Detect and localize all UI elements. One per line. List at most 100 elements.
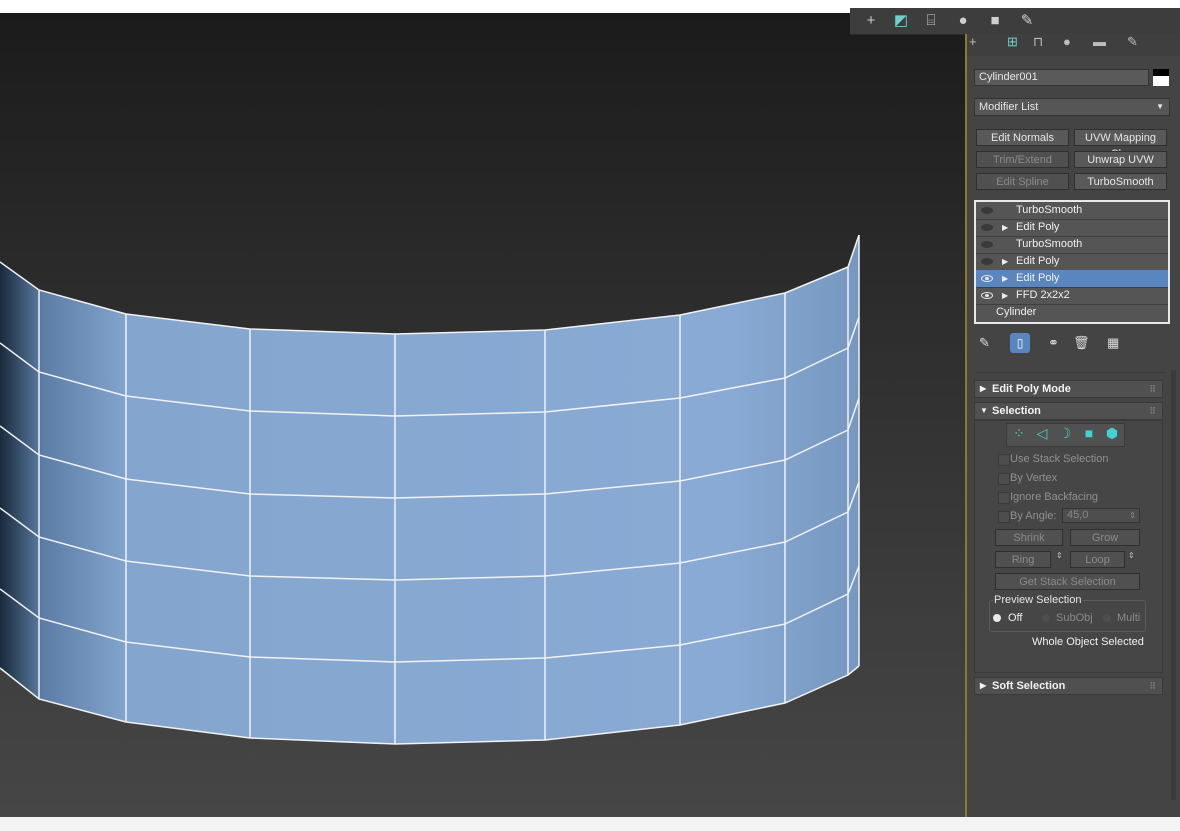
element-icon[interactable]: ⬢ — [1102, 424, 1122, 442]
object-color-swatch[interactable] — [1153, 69, 1169, 86]
preview-subobj-label: SubObj — [1056, 612, 1093, 624]
stack-row-label: TurboSmooth — [1016, 238, 1083, 250]
ignore-backfacing-checkbox[interactable] — [998, 492, 1010, 504]
chevron-down-icon: ▼ — [1156, 102, 1164, 111]
radio-multi[interactable] — [1103, 614, 1111, 622]
display-icon[interactable]: ■ — [984, 11, 1006, 31]
stack-row-label: TurboSmooth — [1016, 204, 1083, 216]
by-angle-checkbox[interactable] — [998, 511, 1010, 523]
stack-row-label: Cylinder — [996, 306, 1037, 318]
angle-value: 45,0 — [1067, 509, 1089, 521]
ignore-backfacing-label: Ignore Backfacing — [1010, 491, 1099, 503]
edit-poly-mode-rollout[interactable]: ▶ Edit Poly Mode ⠿ — [974, 380, 1163, 398]
object-name-field[interactable]: Cylinder001 — [974, 69, 1149, 86]
by-vertex-checkbox[interactable] — [998, 473, 1010, 485]
utilities-tab-icon[interactable]: ✎ — [1127, 34, 1138, 50]
stack-row-selected[interactable]: ▶ Edit Poly — [976, 270, 1168, 288]
modify-icon[interactable]: ◩ — [890, 11, 912, 31]
edit-spline-button[interactable]: Edit Spline — [976, 173, 1069, 190]
preview-selection-title: Preview Selection — [993, 594, 1083, 606]
uvw-mapping-button[interactable]: UVW Mapping Cl... — [1074, 129, 1167, 160]
display-tab-icon[interactable]: ▬ — [1093, 34, 1106, 49]
by-vertex-label: By Vertex — [1010, 472, 1058, 484]
selection-rollout[interactable]: ▼ Selection ⠿ — [974, 402, 1163, 420]
stack-row-label: Edit Poly — [1016, 255, 1060, 267]
rollout-title: Edit Poly Mode — [992, 383, 1071, 395]
expand-arrow-icon[interactable]: ▶ — [1002, 219, 1008, 236]
chevron-down-icon: ▼ — [980, 406, 988, 415]
unwrap-uvw-button[interactable]: Unwrap UVW — [1074, 151, 1167, 168]
utilities-icon[interactable]: ✎ — [1016, 11, 1038, 31]
hierarchy-icon[interactable]: ⌸ — [920, 11, 942, 31]
preview-off-label: Off — [1008, 612, 1023, 624]
get-stack-selection-button[interactable]: Get Stack Selection — [995, 573, 1140, 590]
preview-selection-group: Preview Selection Off SubObj Multi — [989, 594, 1146, 632]
create-icon[interactable]: + — [860, 11, 882, 31]
bottom-strip — [0, 817, 1180, 831]
stack-row[interactable]: TurboSmooth — [976, 236, 1168, 254]
modifier-list-dropdown[interactable]: Modifier List ▼ — [974, 98, 1170, 116]
subobject-toolbar: ⁘ ◁ ☽ ■ ⬢ — [1006, 423, 1125, 447]
motion-icon[interactable]: ● — [952, 11, 974, 31]
chevron-right-icon: ▶ — [980, 681, 987, 690]
use-stack-selection-checkbox[interactable] — [998, 454, 1010, 466]
stack-row[interactable]: ▶ FFD 2x2x2 — [976, 287, 1168, 305]
grip-icon: ⠿ — [1149, 406, 1156, 416]
motion-tab-icon[interactable]: ● — [1063, 34, 1071, 49]
vertex-icon[interactable]: ⁘ — [1009, 424, 1029, 442]
soft-selection-rollout[interactable]: ▶ Soft Selection ⠿ — [974, 677, 1163, 695]
radio-subobj[interactable] — [1042, 614, 1050, 622]
configure-sets-icon[interactable]: ▦ — [1107, 335, 1119, 351]
stack-row[interactable]: Cylinder — [976, 304, 1168, 321]
edit-normals-button[interactable]: Edit Normals — [976, 129, 1069, 146]
hierarchy-tab-icon[interactable]: ⊓ — [1033, 34, 1043, 50]
loop-spinner-icon[interactable]: ⇕ — [1128, 551, 1138, 566]
expand-arrow-icon[interactable]: ▶ — [1002, 270, 1008, 287]
stack-tools: ✎ ▯ ⚭ 🗑 ▦ — [976, 333, 1166, 353]
by-angle-label: By Angle: — [1010, 510, 1057, 522]
visibility-off-icon[interactable] — [981, 241, 993, 248]
make-unique-icon[interactable]: ⚭ — [1048, 335, 1059, 351]
visibility-off-icon[interactable] — [981, 207, 993, 214]
command-panel-toolbar: + ◩ ⌸ ● ■ ✎ — [850, 8, 1180, 35]
spinner-arrows-icon[interactable]: ⇕ — [1129, 509, 1136, 522]
create-tab-icon[interactable]: + — [969, 34, 977, 49]
ring-button[interactable]: Ring — [995, 551, 1051, 568]
remove-modifier-icon[interactable]: 🗑 — [1073, 335, 1090, 351]
eye-icon[interactable] — [981, 292, 993, 299]
rollout-title: Soft Selection — [992, 680, 1066, 692]
viewport[interactable] — [0, 13, 965, 817]
modifier-stack: TurboSmooth ▶ Edit Poly TurboSmooth ▶ Ed… — [974, 200, 1170, 324]
trim-extend-button[interactable]: Trim/Extend — [976, 151, 1069, 168]
preview-multi-label: Multi — [1117, 612, 1141, 624]
chevron-right-icon: ▶ — [980, 384, 987, 393]
stack-row[interactable]: TurboSmooth — [976, 202, 1168, 220]
stack-row[interactable]: ▶ Edit Poly — [976, 219, 1168, 237]
turbosmooth-button[interactable]: TurboSmooth — [1074, 173, 1167, 190]
use-stack-selection-label: Use Stack Selection — [1010, 453, 1109, 465]
selection-status: Whole Object Selected — [1032, 636, 1144, 648]
radio-off-selected[interactable] — [993, 614, 1001, 622]
show-end-result-icon[interactable]: ▯ — [1010, 333, 1030, 353]
grow-button[interactable]: Grow — [1070, 529, 1140, 546]
modify-tab-icon[interactable]: ⊞ — [1007, 34, 1018, 50]
stack-row-label: Edit Poly — [1016, 221, 1060, 233]
polygon-icon[interactable]: ■ — [1079, 424, 1099, 442]
eye-icon[interactable] — [981, 275, 993, 282]
angle-spinner[interactable]: 45,0 ⇕ — [1062, 508, 1140, 523]
visibility-off-icon[interactable] — [981, 224, 993, 231]
stack-row[interactable]: ▶ Edit Poly — [976, 253, 1168, 271]
grip-icon: ⠿ — [1149, 681, 1156, 691]
edge-icon[interactable]: ◁ — [1032, 424, 1052, 442]
ring-spinner-icon[interactable]: ⇕ — [1056, 551, 1066, 566]
loop-button[interactable]: Loop — [1070, 551, 1125, 568]
expand-arrow-icon[interactable]: ▶ — [1002, 253, 1008, 270]
stack-row-label: FFD 2x2x2 — [1016, 289, 1070, 301]
shrink-button[interactable]: Shrink — [995, 529, 1063, 546]
expand-arrow-icon[interactable]: ▶ — [1002, 287, 1008, 304]
panel-scrollbar[interactable] — [1171, 370, 1176, 800]
visibility-off-icon[interactable] — [981, 258, 993, 265]
pin-stack-icon[interactable]: ✎ — [979, 335, 990, 351]
border-icon[interactable]: ☽ — [1055, 424, 1075, 442]
cylinder-mesh — [0, 234, 860, 745]
